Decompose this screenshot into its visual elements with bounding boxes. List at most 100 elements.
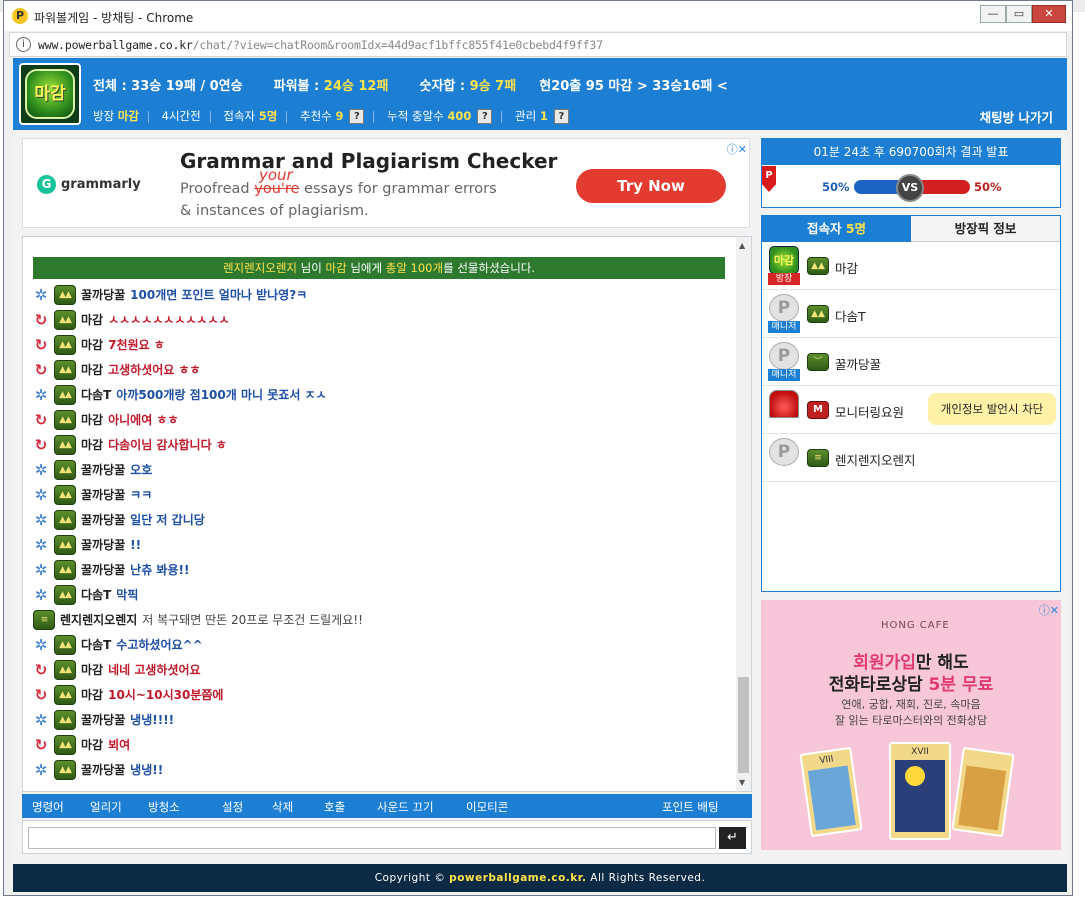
- tarot-card: VIII: [799, 746, 863, 838]
- rank-badge-icon: ▲▲: [54, 509, 76, 530]
- message-nick[interactable]: 마감: [81, 661, 103, 678]
- chat-message: ↻ ▲▲ 마감 고생하셧어요 ㅎㅎ: [33, 357, 733, 382]
- message-nick[interactable]: 마감: [81, 411, 103, 428]
- manage-help-button[interactable]: ?: [553, 109, 569, 124]
- gift-text: 님이: [297, 261, 326, 275]
- message-nick[interactable]: 꿀까당꿀: [81, 511, 125, 528]
- command-bar: 명령어 얼리기 방청소 설정 삭제 호출 사운드 끄기 이모티콘 포인트 배팅: [22, 794, 752, 818]
- room-info-bar: 방장 마감 4시간전 접속자 5명 추천수 9? 누적 충알수 400? 관리 …: [93, 108, 573, 124]
- command-5[interactable]: 호출: [324, 799, 345, 815]
- chat-message: ↻ ▲▲ 마감 ㅅㅅㅅㅅㅅㅅㅅㅅㅅㅅㅅ: [33, 307, 733, 332]
- message-nick[interactable]: 마감: [81, 436, 103, 453]
- connected-value: 5명: [258, 109, 278, 123]
- message-nick[interactable]: 다솜T: [81, 586, 111, 603]
- powerball-favicon-icon: P: [12, 8, 28, 24]
- message-nick[interactable]: 꿀까당꿀: [81, 461, 125, 478]
- message-nick[interactable]: 렌지렌지오렌지: [60, 611, 137, 628]
- recommend-help-button[interactable]: ?: [349, 109, 365, 124]
- grammarly-ad[interactable]: G grammarly Grammar and Plagiarism Check…: [22, 138, 750, 228]
- chat-message: ↻ ▲▲ 마감 네네 고생하셧어요: [33, 657, 733, 682]
- user-row[interactable]: P 매니저 ︶ 꿀까당꿀: [762, 338, 1060, 386]
- user-row[interactable]: 마감 방장 ▲▲ 마감: [762, 242, 1060, 290]
- message-text: ㅋㅋ: [130, 488, 153, 502]
- level-swirl-icon: ↻: [34, 335, 48, 354]
- divider: [501, 110, 503, 123]
- user-row[interactable]: M 모니터링요원 개인정보 발언시 차단: [762, 386, 1060, 434]
- user-name[interactable]: 모니터링요원: [835, 402, 904, 421]
- send-enter-icon[interactable]: ↵: [719, 827, 746, 849]
- gift-text: 를 선물하셨습니다.: [443, 261, 536, 275]
- command-2[interactable]: 방청소: [148, 799, 180, 815]
- chat-input[interactable]: [28, 827, 716, 849]
- message-nick[interactable]: 꿀까당꿀: [81, 486, 125, 503]
- info-icon[interactable]: i: [16, 37, 31, 52]
- message-nick[interactable]: 꿀까당꿀: [81, 561, 125, 578]
- message-nick[interactable]: 마감: [81, 361, 103, 378]
- level-swirl-icon: ↻: [34, 310, 48, 329]
- scroll-up-arrow-icon[interactable]: ▲: [739, 241, 745, 250]
- user-name[interactable]: 마감: [835, 258, 858, 277]
- message-nick[interactable]: 마감: [81, 336, 103, 353]
- message-text: 10시~10시30분쯤에: [108, 688, 224, 702]
- chat-area: 렌지렌지오렌지 님이 마감 님에게 총알 100개를 선물하셨습니다. ✲ ▲▲ 꿀…: [22, 236, 752, 792]
- rank-badge-icon: ▲▲: [54, 634, 76, 655]
- user-role-badge: 매니저: [768, 321, 800, 333]
- close-button[interactable]: ✕: [1032, 5, 1066, 23]
- message-nick[interactable]: 마감: [81, 736, 103, 753]
- address-bar[interactable]: i www.powerballgame.co.kr/chat/?view=cha…: [9, 32, 1067, 57]
- user-name[interactable]: 꿀까당꿀: [835, 354, 881, 373]
- user-name[interactable]: 다솜T: [835, 306, 866, 325]
- message-nick[interactable]: 꿀까당꿀: [81, 536, 125, 553]
- message-nick[interactable]: 꿀까당꿀: [81, 286, 125, 303]
- user-name[interactable]: 렌지렌지오렌지: [835, 450, 916, 469]
- tab-owner-pick[interactable]: 방장픽 정보: [911, 216, 1060, 242]
- command-8[interactable]: 포인트 배팅: [662, 799, 719, 815]
- chat-message: ✲ ▲▲ 꿀까당꿀 오호: [33, 457, 733, 482]
- message-text: 뵈여: [108, 738, 131, 752]
- try-now-button[interactable]: Try Now: [576, 169, 726, 203]
- room-header: 마감 전체 : 33승 19패 / 0연승 파워볼 : 24승 12패 숫자합 …: [13, 58, 1067, 130]
- p-badge-icon: P: [769, 294, 799, 322]
- footer-site[interactable]: powerballgame.co.kr.: [449, 872, 586, 884]
- footer: Copyright © powerballgame.co.kr. All Rig…: [13, 864, 1067, 892]
- rank-badge-icon: ▲▲: [54, 409, 76, 430]
- adchoices-icon[interactable]: ⓘ✕: [727, 141, 747, 157]
- message-nick[interactable]: 마감: [81, 686, 103, 703]
- command-0[interactable]: 명령어: [32, 799, 64, 815]
- chat-message: ↻ ▲▲ 마감 7천원요 ㅎ: [33, 332, 733, 357]
- tarot-sub1: 연애, 궁합, 재회, 진로, 속마음: [841, 698, 981, 711]
- message-nick[interactable]: 마감: [81, 311, 103, 328]
- tarot-ad[interactable]: HONG CAFE 회원가입만 해도 전화타로상담 5분 무료 연애, 궁합, …: [761, 600, 1061, 850]
- user-row[interactable]: P ≡ 렌지렌지오렌지: [762, 434, 1060, 482]
- message-nick[interactable]: 꿀까당꿀: [81, 761, 125, 778]
- maximize-button[interactable]: ▭: [1006, 5, 1032, 23]
- command-6[interactable]: 사운드 끄기: [377, 799, 434, 815]
- grammarly-brand: grammarly: [61, 177, 141, 192]
- tarot-card-art: [958, 765, 1007, 831]
- scroll-down-arrow-icon[interactable]: ▼: [739, 778, 745, 787]
- user-badge: P 매니저: [768, 294, 800, 334]
- star-icon: [905, 766, 925, 786]
- gift-help-button[interactable]: ?: [477, 109, 493, 124]
- message-nick[interactable]: 다솜T: [81, 636, 111, 653]
- rank-badge-icon: ▲▲: [54, 709, 76, 730]
- message-nick[interactable]: 꿀까당꿀: [81, 711, 125, 728]
- minimize-button[interactable]: —: [980, 5, 1006, 23]
- level-swirl-icon: ↻: [34, 685, 48, 704]
- url-text[interactable]: www.powerballgame.co.kr/chat/?view=chatR…: [38, 38, 603, 52]
- rank-badge-icon: ▲▲: [54, 534, 76, 555]
- exit-room-button[interactable]: 채팅방 나가기: [980, 107, 1053, 126]
- message-nick[interactable]: 다솜T: [81, 386, 111, 403]
- scrollbar-thumb[interactable]: [738, 677, 749, 773]
- command-4[interactable]: 삭제: [272, 799, 293, 815]
- command-3[interactable]: 설정: [222, 799, 243, 815]
- user-row[interactable]: P 매니저 ▲▲ 다솜T: [762, 290, 1060, 338]
- command-1[interactable]: 얼리기: [90, 799, 122, 815]
- connected-info: 접속자 5명: [223, 108, 277, 124]
- level-star-icon: ✲: [34, 560, 48, 579]
- tab-users[interactable]: 접속자 5명: [762, 216, 911, 242]
- chat-scrollbar[interactable]: ▲ ▼: [736, 237, 751, 791]
- level-star-icon: ✲: [34, 460, 48, 479]
- adchoices-icon[interactable]: ⓘ✕: [1039, 602, 1059, 618]
- command-7[interactable]: 이모티콘: [466, 799, 508, 815]
